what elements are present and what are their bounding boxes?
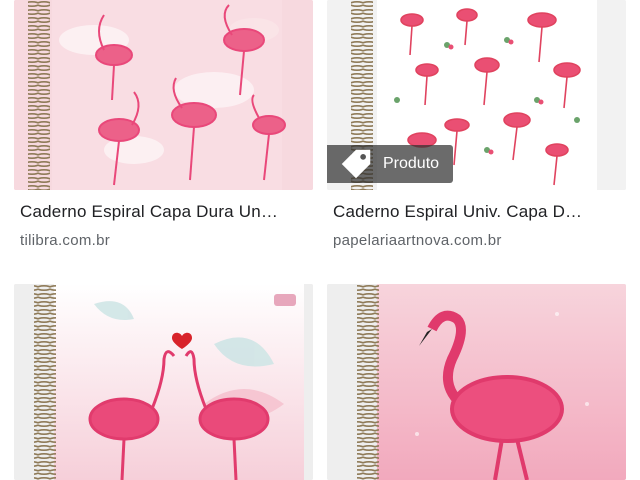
- image-results-grid: Caderno Espiral Capa Dura Un… tilibra.co…: [0, 0, 640, 480]
- result-card-4[interactable]: [327, 284, 626, 480]
- notebook-thumbnail-1[interactable]: [14, 0, 313, 190]
- badge-label: Produto: [383, 155, 440, 172]
- result-title[interactable]: Caderno Espiral Capa Dura Un…: [20, 202, 278, 222]
- result-source: papelariaartnova.com.br: [333, 232, 502, 249]
- result-source: tilibra.com.br: [20, 232, 111, 249]
- result-card-3[interactable]: [14, 284, 313, 480]
- notebook-thumbnail-4[interactable]: [327, 284, 626, 480]
- notebook-thumbnail-2[interactable]: Produto: [327, 0, 626, 190]
- price-tag-icon: [341, 149, 371, 179]
- result-title[interactable]: Caderno Espiral Univ. Capa D…: [333, 202, 582, 222]
- notebook-thumbnail-3[interactable]: [14, 284, 313, 480]
- flamingo-couple-image: [14, 284, 313, 480]
- flamingo-single-image: [327, 284, 626, 480]
- product-badge: Produto: [327, 145, 454, 183]
- flamingo-pattern-image: [14, 0, 313, 190]
- result-card-2[interactable]: Produto Caderno Espiral Univ. Capa D… pa…: [327, 0, 626, 249]
- result-card-1[interactable]: Caderno Espiral Capa Dura Un… tilibra.co…: [14, 0, 313, 249]
